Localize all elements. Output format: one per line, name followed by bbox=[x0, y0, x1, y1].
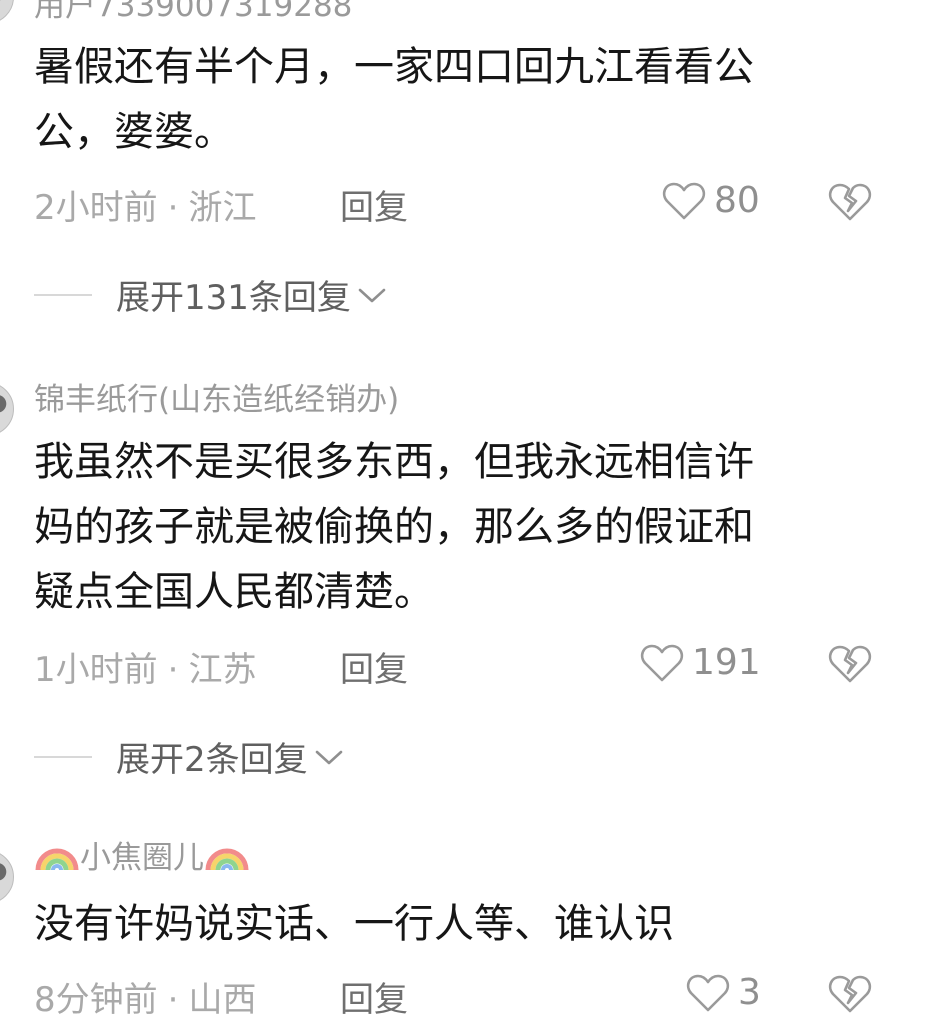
broken-heart-icon[interactable] bbox=[828, 181, 872, 223]
heart-outline-icon bbox=[686, 974, 730, 1011]
avatar[interactable] bbox=[0, 0, 14, 24]
comment-time: 8分钟前 bbox=[34, 980, 158, 1020]
like-button[interactable]: 191 bbox=[640, 642, 761, 683]
comment-username[interactable]: 用户7339007319288 bbox=[34, 0, 352, 25]
comment-text: 暑假还有半个月，一家四口回九江看看公 公，婆婆。 bbox=[34, 35, 864, 165]
comment-meta: 2小时前 · 浙江 bbox=[34, 180, 256, 229]
comment-location: 山西 bbox=[188, 980, 257, 1020]
like-button[interactable]: 80 bbox=[662, 180, 760, 221]
comment-meta: 1小时前 · 江苏 bbox=[34, 642, 256, 691]
divider-line bbox=[34, 755, 92, 758]
broken-heart-icon[interactable] bbox=[828, 973, 872, 1015]
comment-text: 没有许妈说实话、一行人等、谁认识 bbox=[34, 892, 864, 957]
comment-username[interactable]: 小焦圈儿 bbox=[34, 832, 250, 877]
like-button[interactable]: 3 bbox=[686, 972, 761, 1013]
expand-replies-button[interactable]: 展开2条回复 bbox=[34, 732, 344, 781]
divider-line bbox=[34, 293, 92, 296]
reply-button[interactable]: 回复 bbox=[340, 180, 408, 229]
like-count: 80 bbox=[714, 180, 760, 221]
comment-text: 我虽然不是买很多东西，但我永远相信许 妈的孩子就是被偷换的，那么多的假证和 疑点… bbox=[34, 430, 864, 625]
heart-outline-icon bbox=[640, 644, 684, 681]
expand-replies-button[interactable]: 展开131条回复 bbox=[34, 270, 387, 319]
comment-username[interactable]: 锦丰纸行(山东造纸经销办) bbox=[34, 374, 399, 419]
reply-button[interactable]: 回复 bbox=[340, 972, 408, 1021]
comment-text-line: 暑假还有半个月，一家四口回九江看看公 bbox=[34, 44, 754, 90]
avatar[interactable] bbox=[0, 850, 14, 904]
comment-text-line: 妈的孩子就是被偷换的，那么多的假证和 bbox=[34, 504, 754, 550]
comment-text-line: 疑点全国人民都清楚。 bbox=[34, 569, 434, 615]
like-count: 3 bbox=[738, 972, 761, 1013]
avatar[interactable] bbox=[0, 382, 14, 436]
comment-username-text: 小焦圈儿 bbox=[80, 840, 204, 876]
rainbow-emoji bbox=[205, 848, 249, 871]
meta-separator: · bbox=[167, 980, 179, 1020]
meta-separator: · bbox=[167, 188, 179, 228]
comment-location: 江苏 bbox=[188, 650, 257, 690]
comment-time: 2小时前 bbox=[34, 188, 158, 228]
comment-text-line: 我虽然不是买很多东西，但我永远相信许 bbox=[34, 439, 754, 485]
comment-text-line: 没有许妈说实话、一行人等、谁认识 bbox=[34, 901, 674, 947]
rainbow-emoji bbox=[35, 848, 79, 871]
heart-outline-icon bbox=[662, 182, 706, 219]
comment-meta: 8分钟前 · 山西 bbox=[34, 972, 256, 1021]
broken-heart-icon[interactable] bbox=[828, 643, 872, 685]
meta-separator: · bbox=[167, 650, 179, 690]
like-count: 191 bbox=[692, 642, 761, 683]
expand-replies-label: 展开2条回复 bbox=[116, 740, 308, 780]
comment-location: 浙江 bbox=[188, 188, 257, 228]
comment-text-line: 公，婆婆。 bbox=[34, 109, 234, 155]
chevron-down-icon bbox=[315, 750, 342, 764]
reply-button[interactable]: 回复 bbox=[340, 642, 408, 691]
comment-time: 1小时前 bbox=[34, 650, 158, 690]
expand-replies-label: 展开131条回复 bbox=[116, 278, 351, 318]
chevron-down-icon bbox=[358, 288, 386, 302]
